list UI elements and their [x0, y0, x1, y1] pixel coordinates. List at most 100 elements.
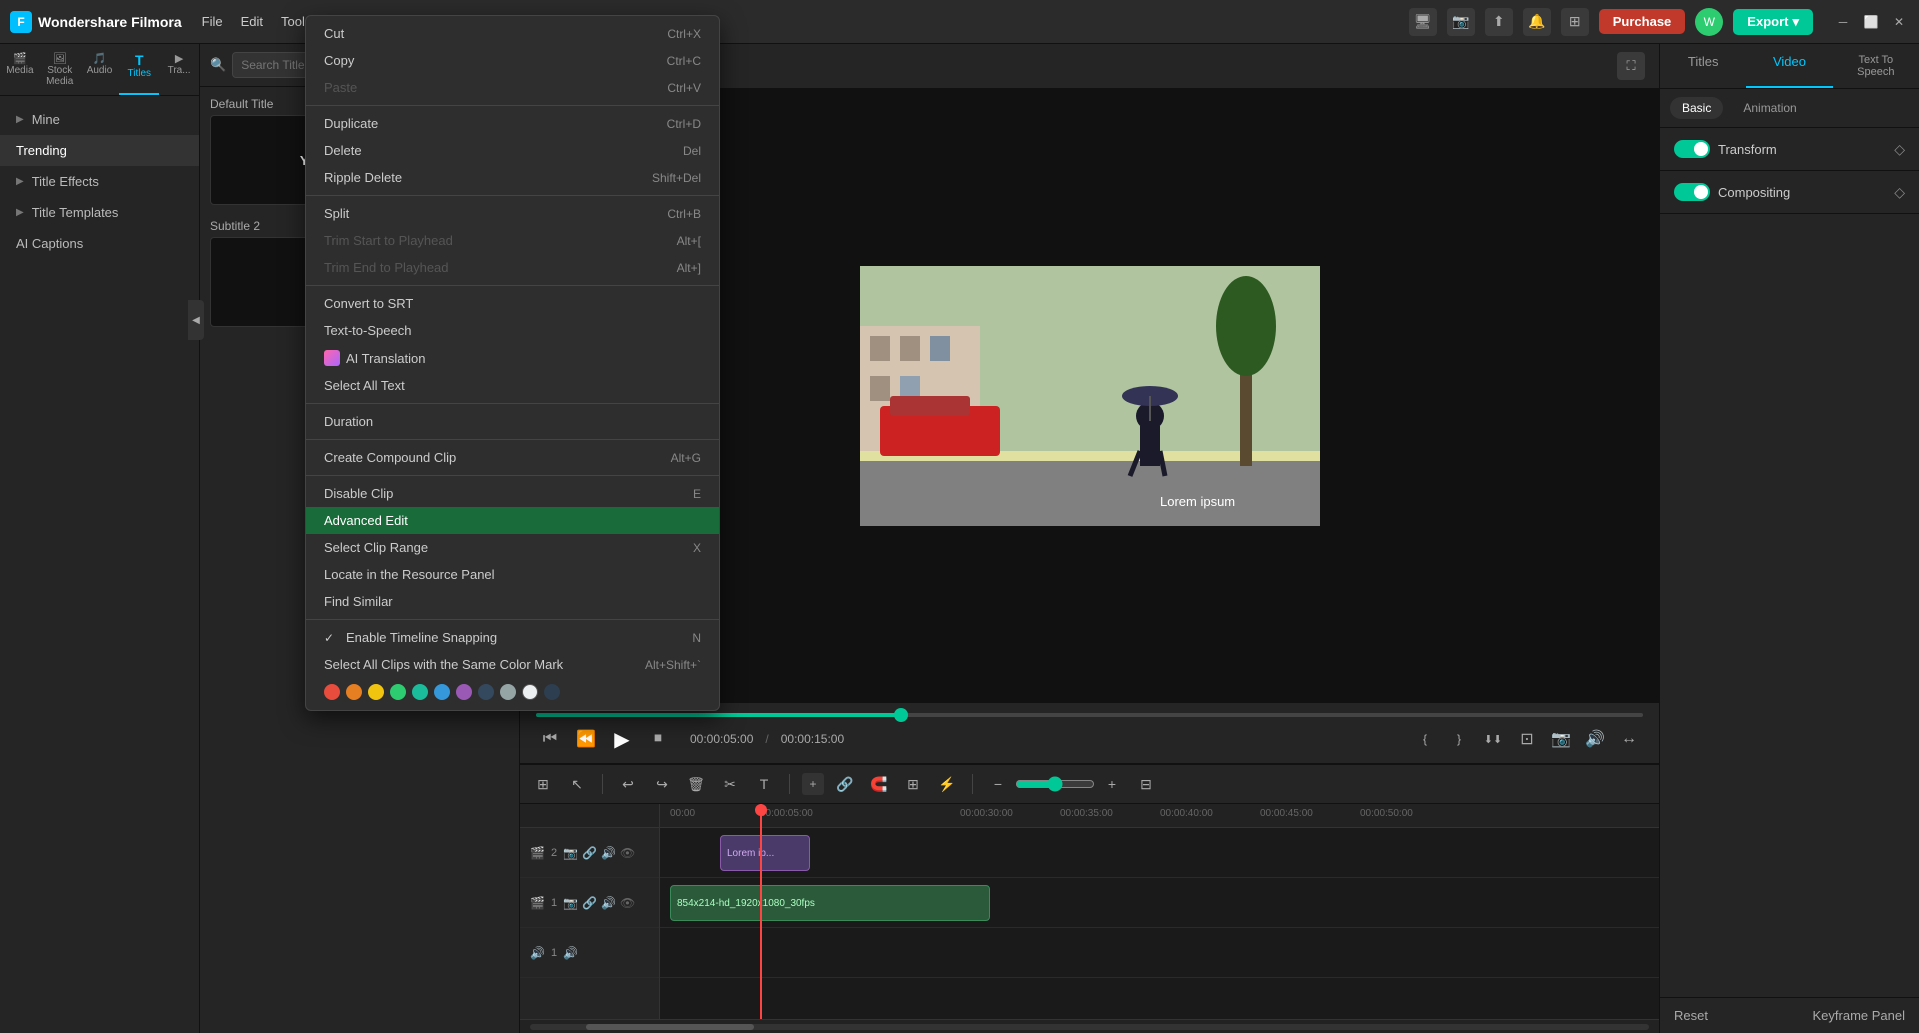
keyframe-panel-button[interactable]: Keyframe Panel — [1813, 1008, 1906, 1023]
color-dot-red[interactable] — [324, 684, 340, 700]
notification-icon[interactable]: 🔔 — [1523, 8, 1551, 36]
compositing-toggle[interactable] — [1674, 183, 1710, 201]
grid-view-button[interactable]: ⊞ — [530, 771, 556, 797]
context-menu-find-similar[interactable]: Find Similar — [306, 588, 719, 615]
color-dot-dark[interactable] — [478, 684, 494, 700]
delete-button[interactable]: 🗑 — [683, 771, 709, 797]
color-dot-blue[interactable] — [434, 684, 450, 700]
avatar[interactable]: W — [1695, 8, 1723, 36]
export-button[interactable]: Export ▾ — [1733, 9, 1813, 35]
camera-icon[interactable]: 📷 — [563, 846, 578, 860]
layout-toggle-button[interactable]: ⊟ — [1133, 771, 1159, 797]
context-menu-duration[interactable]: Duration — [306, 408, 719, 435]
audio-icon[interactable]: 🔊 — [601, 896, 616, 910]
color-dot-purple[interactable] — [456, 684, 472, 700]
purchase-button[interactable]: Purchase — [1599, 9, 1686, 34]
color-dot-navy[interactable] — [544, 684, 560, 700]
text-button[interactable]: T — [751, 771, 777, 797]
context-menu-advanced-edit[interactable]: Advanced Edit — [306, 507, 719, 534]
undo-button[interactable]: ↩ — [615, 771, 641, 797]
camera-icon[interactable]: 📷 — [563, 896, 578, 910]
playhead[interactable] — [760, 804, 762, 1019]
context-menu-select-all-text[interactable]: Select All Text — [306, 372, 719, 399]
tab-titles[interactable]: Titles — [1660, 44, 1746, 88]
eye-icon[interactable]: 👁 — [620, 846, 635, 860]
color-dot-green[interactable] — [390, 684, 406, 700]
play-button[interactable]: ▶ — [608, 725, 636, 753]
video-clip[interactable]: 854x214-hd_1920x1080_30fps — [670, 885, 990, 921]
layout-icon[interactable]: ⊡ — [1513, 725, 1541, 753]
mark-out-icon[interactable]: } — [1445, 725, 1473, 753]
context-menu-split[interactable]: Split Ctrl+B — [306, 200, 719, 227]
square-button[interactable]: ⏹ — [644, 725, 672, 753]
timeline-scrollbar[interactable] — [520, 1019, 1659, 1033]
menu-file[interactable]: File — [202, 14, 223, 29]
sub-tab-basic[interactable]: Basic — [1670, 97, 1723, 119]
sidebar-item-trending[interactable]: Trending — [0, 135, 199, 166]
color-dot-yellow[interactable] — [368, 684, 384, 700]
context-menu-delete[interactable]: Delete Del — [306, 137, 719, 164]
audio-icon[interactable]: 🔊 — [601, 846, 616, 860]
subtitle-clip[interactable]: Lorem ip... — [720, 835, 810, 871]
eye-icon[interactable]: 👁 — [620, 896, 635, 910]
color-dot-white[interactable] — [522, 684, 538, 700]
magnet-icon[interactable]: 🧲 — [866, 771, 892, 797]
context-menu-text-to-speech[interactable]: Text-to-Speech — [306, 317, 719, 344]
context-menu-create-compound[interactable]: Create Compound Clip Alt+G — [306, 444, 719, 471]
snapshot-icon[interactable]: 📷 — [1547, 725, 1575, 753]
skip-back-button[interactable]: ⏮ — [536, 725, 564, 753]
menu-edit[interactable]: Edit — [241, 14, 263, 29]
link-button[interactable]: 🔗 — [832, 771, 858, 797]
tab-text-to-speech[interactable]: Text To Speech — [1833, 44, 1919, 88]
maximize-button[interactable]: ⬜ — [1861, 12, 1881, 32]
fullscreen-icon[interactable]: ⛶ — [1617, 52, 1645, 80]
snap-button[interactable]: ⊞ — [900, 771, 926, 797]
context-menu-ripple-delete[interactable]: Ripple Delete Shift+Del — [306, 164, 719, 191]
reset-button[interactable]: Reset — [1674, 1008, 1708, 1023]
zoom-slider[interactable] — [1015, 776, 1095, 792]
progress-thumb[interactable] — [894, 708, 908, 722]
keyframe-icon[interactable]: ◇ — [1894, 141, 1905, 158]
sub-tab-animation[interactable]: Animation — [1731, 97, 1808, 119]
link-icon[interactable]: 🔗 — [582, 896, 597, 910]
collapse-sidebar-button[interactable]: ◀ — [188, 300, 204, 340]
minimize-button[interactable]: ─ — [1833, 12, 1853, 32]
sidebar-item-ai-captions[interactable]: AI Captions — [0, 228, 199, 259]
zoom-in-button[interactable]: + — [1099, 771, 1125, 797]
redo-button[interactable]: ↪ — [649, 771, 675, 797]
tab-video[interactable]: Video — [1746, 44, 1832, 88]
context-menu-enable-snapping[interactable]: ✓ Enable Timeline Snapping N — [306, 624, 719, 651]
zoom-out-button[interactable]: − — [985, 771, 1011, 797]
audio-icon[interactable]: 🔊 — [563, 946, 578, 960]
sidebar-item-title-templates[interactable]: ▶ Title Templates — [0, 197, 199, 228]
add-track-button[interactable]: + — [802, 773, 824, 795]
monitor-icon[interactable]: 🖥 — [1409, 8, 1437, 36]
cut-button[interactable]: ✂ — [717, 771, 743, 797]
sidebar-tab-stock[interactable]: 🖼Stock Media — [40, 44, 80, 95]
context-menu-duplicate[interactable]: Duplicate Ctrl+D — [306, 110, 719, 137]
context-menu-ai-translation[interactable]: AI Translation — [306, 344, 719, 372]
upload-icon[interactable]: ⬆ — [1485, 8, 1513, 36]
sidebar-item-title-effects[interactable]: ▶ Title Effects — [0, 166, 199, 197]
speed-button[interactable]: ⚡ — [934, 771, 960, 797]
grid-icon[interactable]: ⊞ — [1561, 8, 1589, 36]
scrollbar-thumb[interactable] — [586, 1024, 754, 1030]
select-tool-button[interactable]: ↖ — [564, 771, 590, 797]
sidebar-tab-transitions[interactable]: ▶Tra... — [159, 44, 199, 95]
context-menu-cut[interactable]: Cut Ctrl+X — [306, 20, 719, 47]
context-menu-disable-clip[interactable]: Disable Clip E — [306, 480, 719, 507]
context-menu-locate-resource[interactable]: Locate in the Resource Panel — [306, 561, 719, 588]
context-menu-select-clip-range[interactable]: Select Clip Range X — [306, 534, 719, 561]
sidebar-tab-media[interactable]: 🎬Media — [0, 44, 40, 95]
transform-icon[interactable]: ↔ — [1615, 725, 1643, 753]
step-back-button[interactable]: ⏪ — [572, 725, 600, 753]
transform-toggle[interactable] — [1674, 140, 1710, 158]
close-button[interactable]: ✕ — [1889, 12, 1909, 32]
context-menu-copy[interactable]: Copy Ctrl+C — [306, 47, 719, 74]
sidebar-tab-titles[interactable]: TTitles — [119, 44, 159, 95]
keyframe-icon[interactable]: ◇ — [1894, 184, 1905, 201]
timeline-ruler[interactable]: 00:00 00:00:05:00 00:00:30:00 00:00:35:0… — [660, 804, 1659, 828]
link-icon[interactable]: 🔗 — [582, 846, 597, 860]
volume-icon[interactable]: 🔊 — [1581, 725, 1609, 753]
sidebar-item-mine[interactable]: ▶ Mine — [0, 104, 199, 135]
